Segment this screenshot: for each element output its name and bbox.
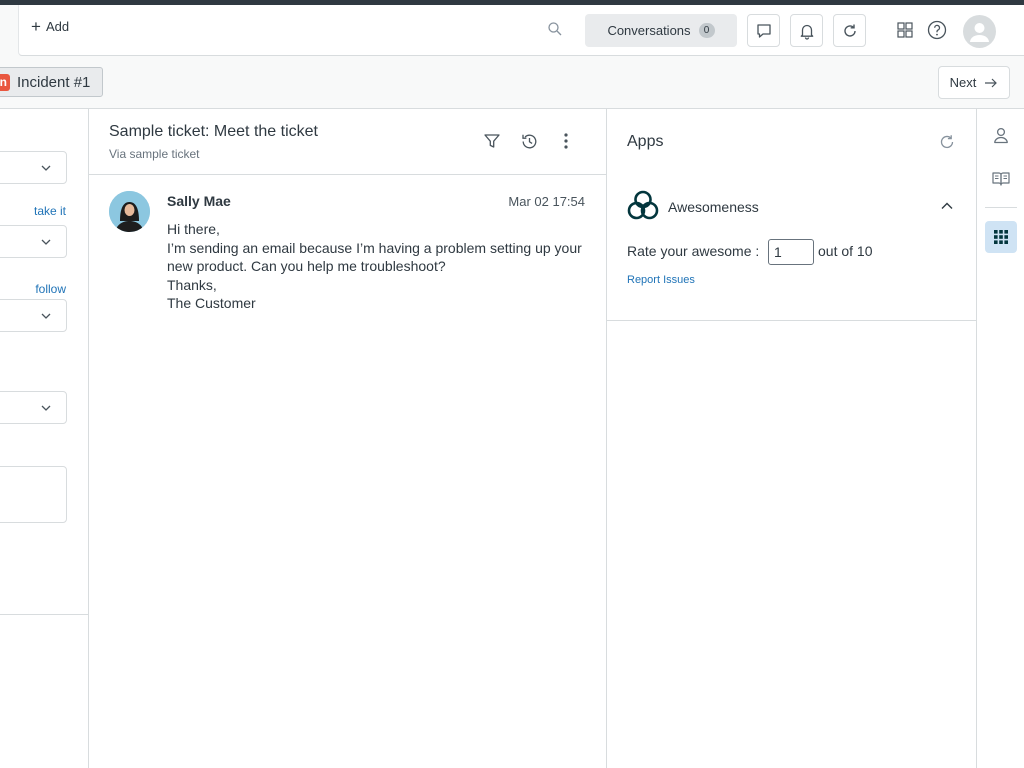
ticket-tabs-bar: n Incident #1 Next [0, 57, 1024, 109]
tags-field[interactable] [0, 466, 67, 523]
tab-incident-1[interactable]: n Incident #1 [0, 67, 104, 97]
apps-title: Apps [627, 133, 664, 150]
followers-select[interactable] [0, 299, 67, 332]
chat-icon [756, 23, 771, 38]
refresh-button[interactable] [833, 14, 866, 47]
help-icon [927, 20, 947, 40]
chevron-down-icon [41, 165, 51, 171]
apps-button[interactable] [985, 221, 1017, 253]
history-button[interactable] [519, 131, 539, 151]
customer-avatar[interactable] [109, 191, 150, 232]
plus-icon: + [31, 16, 41, 36]
property-select-4[interactable] [0, 391, 67, 424]
conversations-button[interactable]: Conversations 0 [585, 14, 737, 47]
conversations-count-badge: 0 [698, 23, 715, 38]
add-label: Add [45, 19, 70, 34]
apps-panel: Apps Awesomeness Rate your awesome : out… [607, 109, 977, 768]
customer-context-button[interactable] [985, 119, 1017, 151]
rate-suffix: out of 10 [818, 243, 873, 259]
chevron-up-icon[interactable] [940, 199, 954, 213]
property-select-1[interactable] [0, 151, 67, 184]
apps-grid-icon [994, 230, 1008, 244]
message-author: Sally Mae [167, 193, 231, 209]
rate-input[interactable] [768, 239, 814, 265]
app-logo-icon [627, 190, 659, 220]
conversation-panel: Sample ticket: Meet the ticket Via sampl… [89, 109, 607, 768]
rail-divider [985, 207, 1017, 208]
add-button[interactable]: + Add [31, 16, 70, 36]
incident-tab-label: Incident #1 [17, 73, 91, 91]
notifications-button[interactable] [790, 14, 823, 47]
chevron-down-icon [41, 313, 51, 319]
chevron-down-icon [41, 405, 51, 411]
more-options-button[interactable] [556, 131, 576, 151]
app-name: Awesomeness [668, 199, 759, 215]
report-issues-link[interactable]: Report Issues [627, 274, 695, 286]
conversation-header: Sample ticket: Meet the ticket Via sampl… [89, 109, 606, 175]
user-avatar-button[interactable] [963, 15, 996, 48]
history-icon [521, 134, 536, 148]
filter-button[interactable] [482, 131, 502, 151]
ticket-title: Sample ticket: Meet the ticket [109, 123, 318, 140]
knowledge-button[interactable] [985, 163, 1017, 195]
follow-link[interactable]: follow [35, 282, 66, 296]
apps-divider [607, 320, 976, 321]
chat-button[interactable] [747, 14, 780, 47]
more-vertical-icon [564, 133, 568, 149]
search-icon[interactable] [547, 21, 563, 37]
assignee-select[interactable] [0, 225, 67, 258]
top-header: + Add Conversations 0 [0, 5, 1024, 57]
bell-icon [800, 24, 813, 40]
customer-photo-icon [109, 191, 150, 232]
arrow-right-icon [985, 78, 998, 87]
book-icon [992, 172, 1010, 186]
filter-icon [484, 134, 500, 148]
message-body: Hi there, I’m sending an email because I… [167, 221, 582, 312]
panel-divider [0, 614, 88, 615]
take-it-link[interactable]: take it [34, 204, 66, 218]
context-rail [977, 109, 1024, 768]
refresh-icon [843, 24, 856, 37]
user-avatar-icon [970, 23, 989, 42]
chevron-down-icon [41, 239, 51, 245]
ticket-properties-panel: take it follow [0, 109, 89, 768]
person-icon [994, 127, 1008, 144]
incident-tab-icon: n [0, 73, 10, 91]
next-button[interactable]: Next [938, 66, 1010, 99]
help-button[interactable] [926, 19, 948, 41]
rate-label: Rate your awesome : [627, 243, 760, 259]
conversations-label: Conversations [607, 23, 691, 38]
header-toolbar: + Add Conversations 0 [18, 5, 1024, 56]
message-timestamp: Mar 02 17:54 [508, 194, 585, 209]
grid-icon [897, 22, 913, 38]
refresh-icon[interactable] [938, 133, 956, 151]
ticket-channel: Via sample ticket [109, 147, 200, 161]
products-button[interactable] [894, 19, 916, 41]
next-label: Next [949, 75, 977, 90]
